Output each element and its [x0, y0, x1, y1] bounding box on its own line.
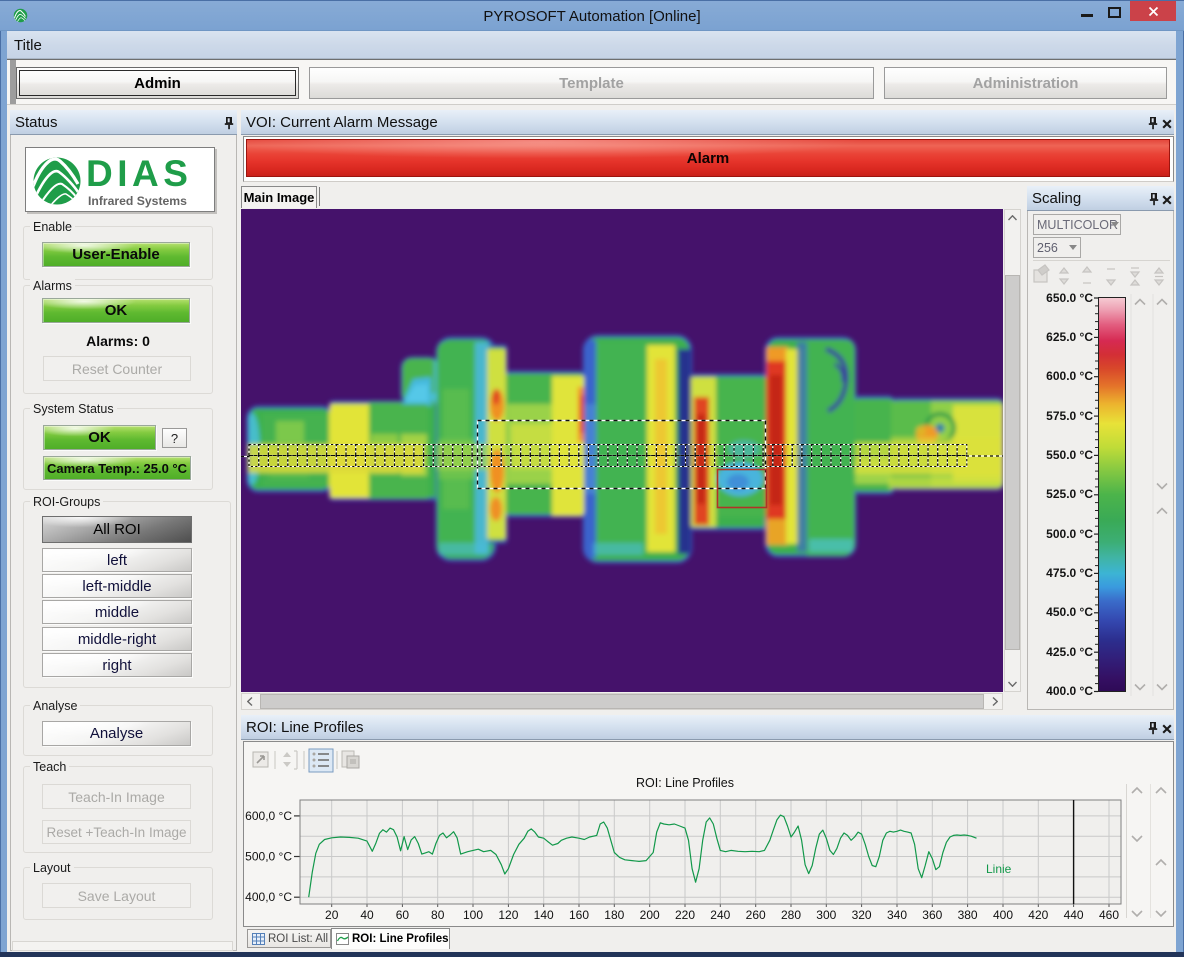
svg-text:120: 120 — [498, 908, 518, 922]
svg-text:400: 400 — [993, 908, 1013, 922]
svg-text:DIAS: DIAS — [86, 153, 192, 194]
svg-text:240: 240 — [710, 908, 730, 922]
svg-text:300: 300 — [816, 908, 836, 922]
svg-text:Infrared Systems: Infrared Systems — [88, 194, 187, 208]
svg-text:280: 280 — [781, 908, 801, 922]
svg-text:40: 40 — [360, 908, 374, 922]
svg-text:500,0 °C: 500,0 °C — [245, 850, 292, 864]
svg-text:80: 80 — [431, 908, 445, 922]
svg-text:460: 460 — [1099, 908, 1119, 922]
svg-text:20: 20 — [325, 908, 339, 922]
svg-text:600,0 °C: 600,0 °C — [245, 809, 292, 823]
svg-text:100: 100 — [463, 908, 483, 922]
svg-text:160: 160 — [569, 908, 589, 922]
svg-text:360: 360 — [922, 908, 942, 922]
svg-text:Linie: Linie — [986, 862, 1012, 876]
svg-text:220: 220 — [675, 908, 695, 922]
svg-text:ROI: Line Profiles: ROI: Line Profiles — [636, 776, 734, 790]
svg-text:380: 380 — [958, 908, 978, 922]
svg-text:420: 420 — [1028, 908, 1048, 922]
svg-text:400,0 °C: 400,0 °C — [245, 890, 292, 904]
svg-text:60: 60 — [396, 908, 410, 922]
svg-text:200: 200 — [640, 908, 660, 922]
svg-text:260: 260 — [746, 908, 766, 922]
svg-text:320: 320 — [852, 908, 872, 922]
svg-text:180: 180 — [604, 908, 624, 922]
svg-text:140: 140 — [534, 908, 554, 922]
svg-text:340: 340 — [887, 908, 907, 922]
svg-text:440: 440 — [1064, 908, 1084, 922]
